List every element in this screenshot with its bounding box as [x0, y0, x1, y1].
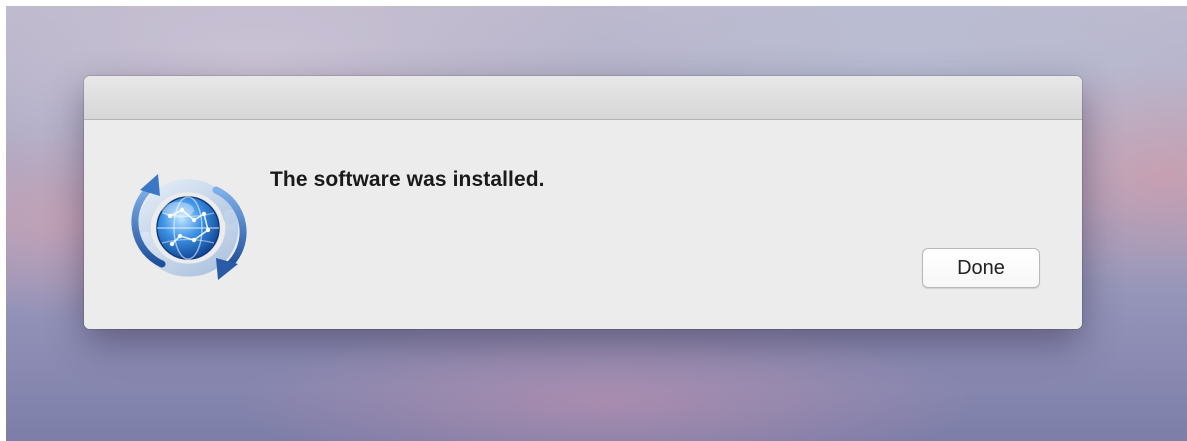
install-success-message: The software was installed. — [270, 168, 545, 191]
software-update-icon — [131, 174, 247, 280]
dialog-titlebar — [84, 76, 1082, 120]
done-button[interactable]: Done — [922, 248, 1040, 288]
installer-dialog: The software was installed. Done — [84, 76, 1082, 329]
dialog-content: The software was installed. Done — [84, 120, 1082, 329]
desktop-background: The software was installed. Done — [6, 6, 1187, 441]
